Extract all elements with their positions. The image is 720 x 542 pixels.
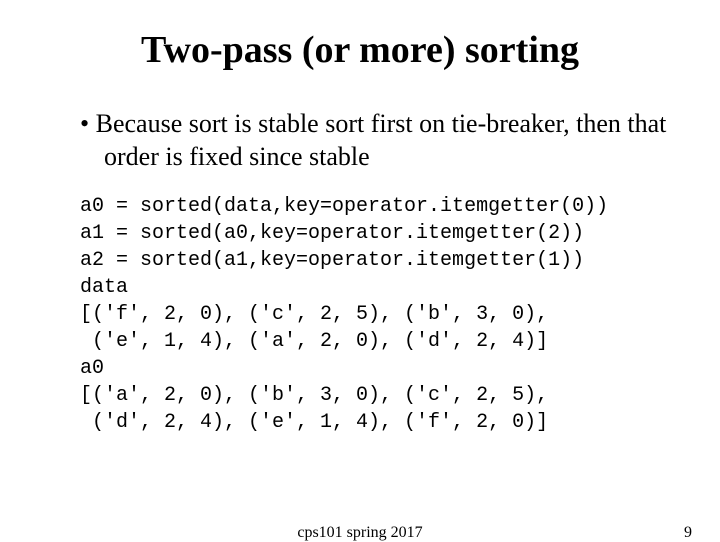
slide-title: Two-pass (or more) sorting <box>40 28 680 72</box>
slide: Two-pass (or more) sorting Because sort … <box>0 0 720 540</box>
slide-number: 9 <box>684 524 692 542</box>
code-block: a0 = sorted(data,key=operator.itemgetter… <box>40 193 680 436</box>
footer-course: cps101 spring 2017 <box>297 524 422 542</box>
bullet-point: Because sort is stable sort first on tie… <box>40 108 680 173</box>
